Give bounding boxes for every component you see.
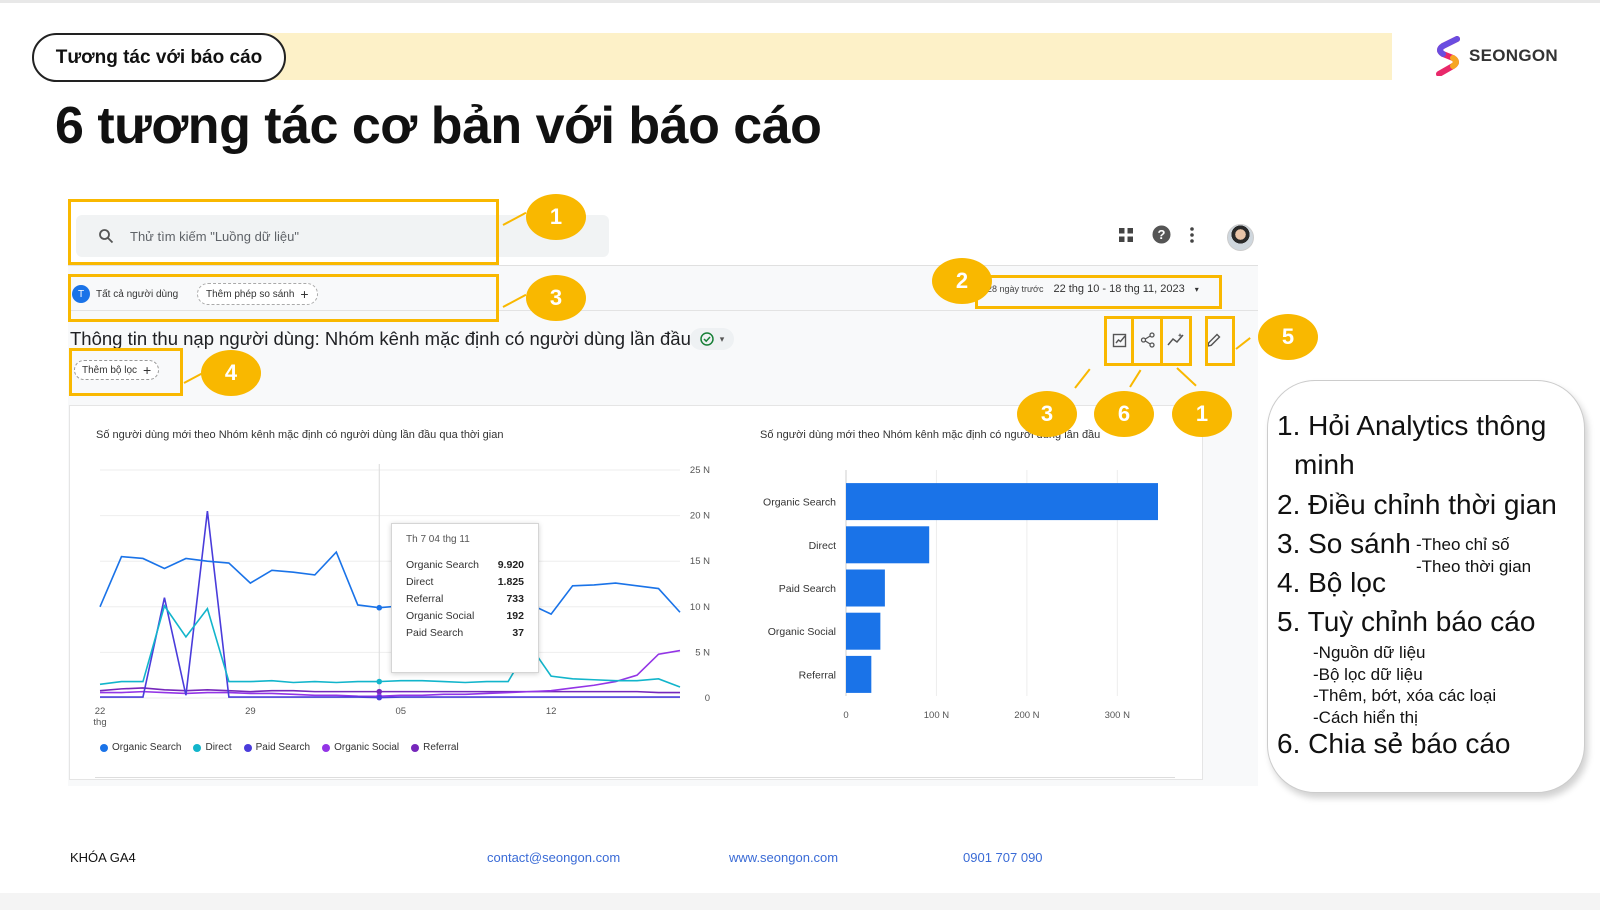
tooltip-date: Th 7 04 thg 11 (406, 534, 470, 545)
x-tick-label: 100 N (924, 710, 949, 721)
legend-dot (243, 743, 252, 752)
bottom-band (0, 893, 1600, 910)
callout-item-3-sub: -Theo thời gian (1416, 557, 1532, 576)
highlight-toolbar (1104, 316, 1192, 366)
bar[interactable] (846, 526, 930, 564)
tooltip-value: 733 (506, 593, 524, 605)
bar[interactable] (846, 612, 881, 650)
badge-2: 2 (932, 258, 992, 304)
tooltip-row: Paid Search 37 (406, 627, 524, 639)
badge-4: 4 (201, 350, 261, 396)
callout-item-3: 3. So sánh (1277, 528, 1411, 559)
callout-item-1-cont: minh (1294, 449, 1355, 480)
badge-1: 1 (526, 194, 586, 240)
footer-phone-link[interactable]: 0901 707 090 (963, 850, 1043, 865)
chart-tooltip: Th 7 04 thg 11 Organic Search 9.920 Direc… (391, 523, 539, 673)
tooltip-value: 1.825 (497, 576, 524, 588)
callout-item-2: 2. Điều chỉnh thời gian (1277, 489, 1557, 520)
tooltip-value: 192 (506, 610, 524, 622)
legend-dot (322, 743, 331, 752)
highlight-comparison (68, 274, 499, 322)
tooltip-label: Paid Search (406, 627, 464, 639)
tooltip-row: Organic Search 9.920 (406, 559, 524, 571)
highlight-toolbar-divider (1160, 316, 1163, 366)
legend-dot (100, 743, 108, 752)
callout-item-1: 1. Hỏi Analytics thông (1277, 410, 1547, 441)
highlight-filter (69, 348, 183, 396)
tooltip-label: Direct (406, 576, 434, 588)
line-chart-legend: Organic Search Direct Paid Search Organic S… (100, 742, 459, 753)
x-tick-label: 200 N (1014, 710, 1039, 721)
highlight-search (68, 199, 499, 265)
callout-item-5-sub: -Cách hiển thị (1313, 708, 1418, 727)
tooltip-value: 9.920 (497, 559, 524, 571)
legend-item[interactable]: Direct (193, 742, 232, 753)
badge-3: 3 (526, 275, 586, 321)
legend-item[interactable]: Organic Social (322, 742, 399, 753)
legend-label: Organic Search (112, 742, 182, 753)
chart-bottom-rule (95, 777, 1175, 778)
x-tick-label: 0 (843, 710, 848, 721)
callout-item-5-sub: -Bộ lọc dữ liệu (1313, 665, 1423, 684)
badge-1: 1 (1172, 391, 1232, 437)
x-tick-label: 300 N (1105, 710, 1130, 721)
legend-label: Referral (423, 742, 459, 753)
tooltip-label: Organic Search (406, 559, 479, 571)
footer-email-link[interactable]: contact@seongon.com (487, 850, 620, 865)
tooltip-label: Organic Social (406, 610, 475, 622)
category-label: Direct (809, 540, 837, 552)
footer-course: KHÓA GA4 (70, 850, 136, 865)
callout-item-5: 5. Tuỳ chỉnh báo cáo (1277, 606, 1536, 637)
tooltip-row: Referral 733 (406, 593, 524, 605)
legend-dot (193, 743, 202, 752)
bar[interactable] (846, 569, 885, 607)
badge-5: 5 (1258, 314, 1318, 360)
legend-item[interactable]: Paid Search (243, 742, 311, 753)
tooltip-label: Referral (406, 593, 444, 605)
category-label: Paid Search (779, 583, 836, 595)
callout-item-6: 6. Chia sẻ báo cáo (1277, 728, 1511, 759)
callout-item-3-sub: -Theo chỉ số (1416, 535, 1510, 554)
highlight-date-range (975, 275, 1222, 309)
legend-dot (411, 743, 420, 752)
tooltip-row: Organic Social 192 (406, 610, 524, 622)
badge-3: 3 (1017, 391, 1077, 437)
tooltip-value: 37 (512, 627, 524, 639)
callout-item-4: 4. Bộ lọc (1277, 567, 1386, 598)
legend-item[interactable]: Referral (411, 742, 459, 753)
category-label: Organic Search (763, 497, 836, 509)
slide: Tương tác với báo cáo SEONGON 6 tương tá… (0, 0, 1600, 910)
legend-label: Paid Search (255, 742, 311, 753)
highlight-toolbar-divider (1131, 316, 1134, 366)
legend-label: Direct (205, 742, 232, 753)
callout-item-5-sub: -Nguồn dữ liệu (1313, 643, 1426, 662)
bar[interactable] (846, 655, 872, 693)
legend-label: Organic Social (334, 742, 400, 753)
highlight-edit (1205, 316, 1235, 366)
bar[interactable] (846, 483, 1158, 521)
legend-item[interactable]: Organic Search (100, 742, 181, 753)
category-label: Referral (799, 669, 836, 681)
category-label: Organic Social (768, 626, 836, 638)
footer-website-link[interactable]: www.seongon.com (729, 850, 838, 865)
callout-item-5-sub: -Thêm, bớt, xóa các loại (1313, 686, 1497, 705)
tooltip-row: Direct 1.825 (406, 576, 524, 588)
badge-6: 6 (1094, 391, 1154, 437)
